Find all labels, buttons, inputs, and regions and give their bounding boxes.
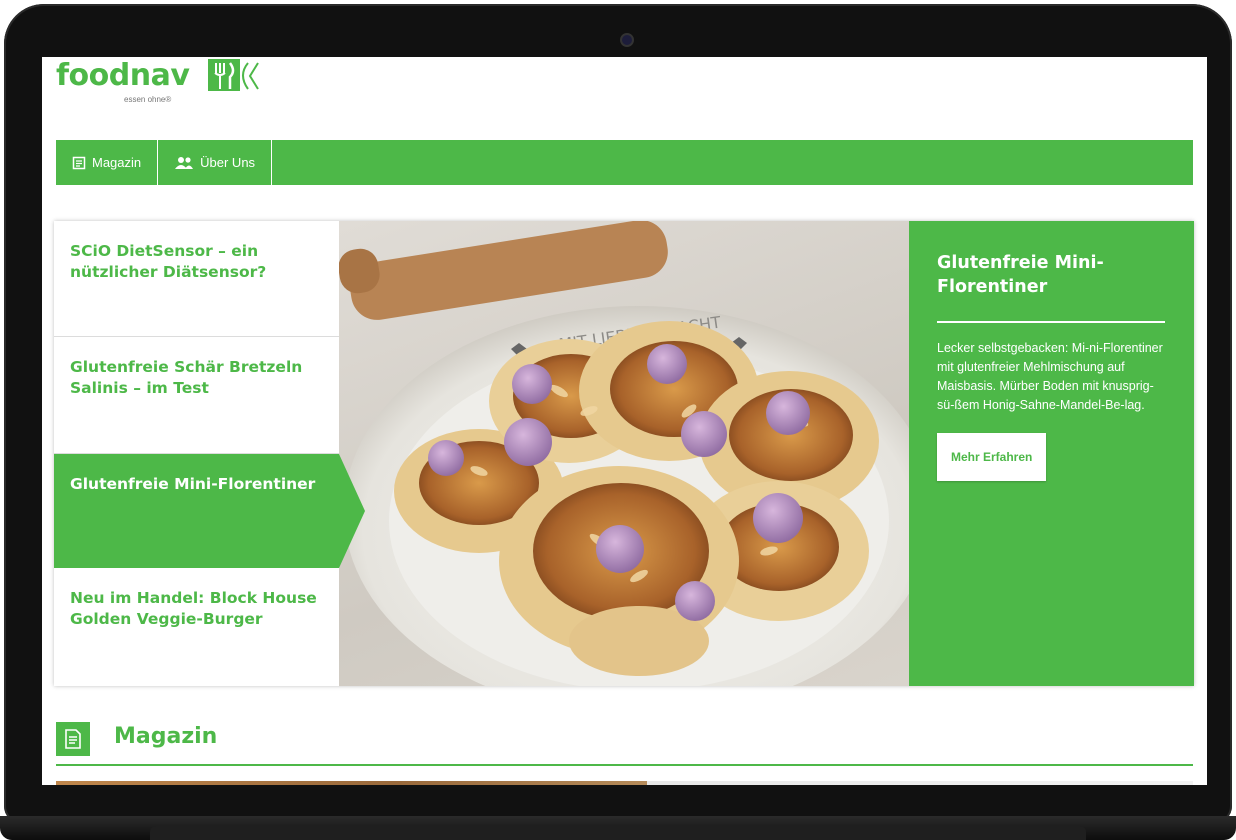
featured-photo[interactable]: MIT LIEBE GEMACHT <box>339 221 909 686</box>
article-card-preview[interactable] <box>56 781 1193 785</box>
nav-item-ueber-uns[interactable]: Über Uns <box>158 140 273 185</box>
main-nav: Magazin Über Uns <box>56 140 1193 185</box>
florentine-cookies-photo: MIT LIEBE GEMACHT <box>339 221 909 686</box>
slider-item[interactable]: SCiO DietSensor – ein nützlicher Diätsen… <box>54 221 339 337</box>
section-icon-box <box>56 722 90 756</box>
active-indicator-arrow <box>339 454 365 568</box>
nav-item-magazin[interactable]: Magazin <box>56 140 159 185</box>
detail-text: Lecker selbstgebacken: Mi-ni-Florentiner… <box>937 341 1163 412</box>
section-header: Magazin <box>56 722 1193 766</box>
slider-item-active[interactable]: Glutenfreie Mini-Florentiner <box>54 454 339 568</box>
featured-slider: SCiO DietSensor – ein nützlicher Diätsen… <box>54 221 1194 686</box>
slider-item[interactable]: Neu im Handel: Block House Golden Veggie… <box>54 568 339 686</box>
slider-item[interactable]: Glutenfreie Schär Bretzeln Salinis – im … <box>54 337 339 454</box>
section-title: Magazin <box>114 724 218 749</box>
laptop-frame: foodnav essen ohne® Magazin Über Uns SCi… <box>0 0 1236 840</box>
screen: foodnav essen ohne® Magazin Über Uns SCi… <box>42 57 1207 785</box>
users-icon <box>175 156 194 169</box>
site-logo[interactable]: foodnav essen ohne® <box>56 58 259 104</box>
nav-label: Über Uns <box>200 155 256 170</box>
webcam <box>620 33 634 47</box>
more-button[interactable]: Mehr Erfahren <box>937 433 1047 481</box>
document-icon <box>72 156 86 169</box>
featured-detail-panel: Glutenfreie Mini-Florentiner Lecker selb… <box>909 221 1194 686</box>
laptop-base-notch <box>150 826 1086 840</box>
detail-title: Glutenfreie Mini-Florentiner <box>937 253 1104 297</box>
detail-divider <box>937 321 1165 323</box>
document-icon <box>65 729 81 749</box>
fork-knife-icon <box>208 59 259 91</box>
nav-label: Magazin <box>92 155 142 170</box>
logo-tagline: essen ohne® <box>124 95 172 104</box>
logo-text: foodnav <box>56 58 190 93</box>
slider-article-list: SCiO DietSensor – ein nützlicher Diätsen… <box>54 221 339 686</box>
